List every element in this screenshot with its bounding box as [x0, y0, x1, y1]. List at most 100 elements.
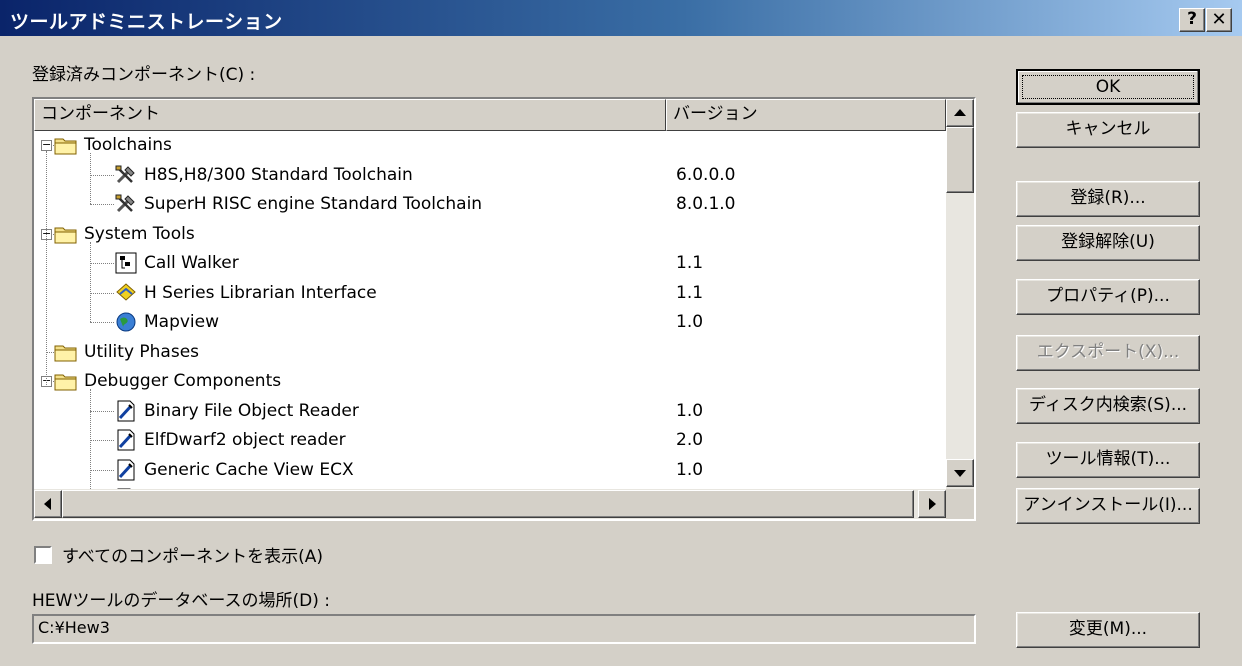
- tree-connector: [90, 263, 114, 264]
- tree-row[interactable]: Generic Cache View ECX 1.0: [34, 456, 946, 486]
- component-version: 1.0: [676, 400, 704, 421]
- tree-rows: − Toolchains H8S,H8/300 Standard Toolchain…: [34, 131, 946, 489]
- component-version: 6.0.0.0: [676, 164, 736, 185]
- tree-connector: [90, 292, 114, 294]
- column-header-version[interactable]: バージョン: [666, 99, 946, 131]
- tools-icon: [114, 193, 138, 215]
- scroll-up-button[interactable]: [946, 99, 974, 127]
- tree-row[interactable]: H Series Librarian Interface 1.1: [34, 279, 946, 309]
- components-label: 登録済みコンポーネント(C) :: [32, 65, 256, 85]
- close-button[interactable]: ✕: [1206, 8, 1232, 32]
- tool-info-label: ツール情報(T)...: [1045, 449, 1171, 469]
- tree-connector: [90, 322, 114, 323]
- horizontal-scroll-thumb[interactable]: [62, 490, 914, 518]
- tree-row[interactable]: − System Tools: [34, 220, 946, 250]
- tree-row[interactable]: Utility Phases: [34, 338, 946, 368]
- horizontal-scrollbar[interactable]: [34, 489, 946, 519]
- folder-icon: [54, 223, 78, 245]
- help-icon: ?: [1187, 9, 1197, 29]
- tool-info-button[interactable]: ツール情報(T)...: [1016, 442, 1200, 478]
- show-all-checkbox[interactable]: [34, 546, 52, 564]
- vertical-scroll-thumb[interactable]: [946, 127, 974, 193]
- list-header: コンポーネント バージョン: [34, 99, 946, 131]
- component-name: ElfDwarf2 object reader: [144, 430, 346, 450]
- scroll-left-button[interactable]: [34, 490, 62, 518]
- properties-button[interactable]: プロパティ(P)...: [1016, 279, 1200, 315]
- register-button[interactable]: 登録(R)...: [1016, 181, 1200, 217]
- arrow-up-icon: [954, 109, 966, 116]
- folder-icon: [54, 370, 78, 392]
- title-bar[interactable]: ツールアドミニストレーション ? ✕: [0, 0, 1242, 38]
- focus-rect: [1022, 75, 1194, 99]
- component-version: 1.0: [676, 459, 704, 480]
- tree-trunk-line: [46, 151, 47, 387]
- component-name: Call Walker: [144, 253, 239, 273]
- component-name: Binary File Object Reader: [144, 400, 359, 421]
- tree-connector: [90, 440, 114, 441]
- tree-connector: [90, 174, 114, 176]
- component-version: 1.1: [676, 282, 704, 303]
- tree-row[interactable]: Call Walker 1.1: [34, 249, 946, 279]
- component-name: System Tools: [84, 223, 195, 244]
- folder-icon: [54, 134, 78, 156]
- ok-button[interactable]: OK: [1016, 69, 1200, 105]
- object-reader-icon: [114, 400, 138, 422]
- column-header-component[interactable]: コンポーネント: [34, 99, 666, 131]
- tree-row[interactable]: Binary File Object Reader 1.0: [34, 397, 946, 427]
- scroll-right-button[interactable]: [918, 490, 946, 518]
- librarian-icon: [114, 282, 138, 304]
- disk-search-label: ディスク内検索(S)...: [1028, 395, 1188, 415]
- collapse-icon[interactable]: −: [41, 139, 52, 151]
- object-reader-icon: [114, 459, 138, 481]
- tree-row[interactable]: H8S,H8/300 Standard Toolchain 6.0.0.0: [34, 161, 946, 191]
- size-grip: [946, 489, 974, 519]
- component-version: 2.0: [676, 430, 704, 450]
- object-reader-icon: [114, 429, 138, 451]
- disk-search-button[interactable]: ディスク内検索(S)...: [1016, 388, 1200, 424]
- change-label: 変更(M)...: [1068, 619, 1148, 639]
- tree-branch-line: [90, 153, 91, 204]
- component-name: Generic Cache View ECX: [144, 459, 354, 480]
- properties-label: プロパティ(P)...: [1046, 286, 1170, 306]
- show-all-label[interactable]: すべてのコンポーネントを表示(A): [62, 542, 323, 567]
- component-name: Mapview: [144, 312, 220, 332]
- component-version: 1.1: [676, 253, 704, 273]
- arrow-left-icon: [44, 498, 51, 510]
- component-name: SuperH RISC engine Standard Toolchain: [144, 194, 483, 214]
- cancel-label: キャンセル: [1065, 119, 1151, 139]
- database-label: HEWツールのデータベースの場所(D) :: [32, 591, 330, 611]
- component-version: 8.0.1.0: [676, 194, 736, 214]
- database-path-field[interactable]: C:¥Hew3: [32, 614, 976, 644]
- tree-connector: [90, 469, 114, 471]
- uninstall-button[interactable]: アンインストール(I)...: [1016, 488, 1200, 524]
- tree-row[interactable]: SuperH RISC engine Standard Toolchain 8.0…: [34, 190, 946, 220]
- tree-row[interactable]: − Toolchains: [34, 131, 946, 161]
- component-name: H8S,H8/300 Standard Toolchain: [144, 164, 413, 185]
- cancel-button[interactable]: キャンセル: [1016, 112, 1200, 148]
- unregister-button[interactable]: 登録解除(U): [1016, 225, 1200, 261]
- component-name: Utility Phases: [84, 341, 200, 362]
- tree-row[interactable]: − Debugger Components: [34, 367, 946, 397]
- component-name: H Series Librarian Interface: [144, 282, 377, 303]
- change-button[interactable]: 変更(M)...: [1016, 612, 1200, 648]
- help-button[interactable]: ?: [1179, 8, 1205, 32]
- component-name: Toolchains: [84, 135, 172, 155]
- arrow-down-icon: [954, 470, 966, 477]
- component-version: 1.0: [676, 312, 704, 332]
- tree-connector: [90, 204, 114, 205]
- register-label: 登録(R)...: [1070, 188, 1146, 208]
- call-walker-icon: [114, 252, 138, 274]
- components-listview[interactable]: コンポーネント バージョン − Toolchains H8S,H8/300 Stan…: [32, 97, 976, 521]
- scroll-down-button[interactable]: [946, 459, 974, 487]
- tree-branch-line: [90, 389, 91, 489]
- globe-icon: [114, 311, 138, 333]
- vertical-scrollbar[interactable]: [946, 99, 974, 489]
- window-title: ツールアドミニストレーション: [10, 11, 283, 33]
- tree-row[interactable]: Mapview 1.0: [34, 308, 946, 338]
- arrow-right-icon: [929, 498, 936, 510]
- folder-icon: [54, 341, 78, 363]
- tree-row[interactable]: ElfDwarf2 object reader 2.0: [34, 426, 946, 456]
- export-button[interactable]: エクスポート(X)...: [1016, 335, 1200, 371]
- tree-branch-line: [90, 241, 91, 322]
- tree-connector: [90, 410, 114, 412]
